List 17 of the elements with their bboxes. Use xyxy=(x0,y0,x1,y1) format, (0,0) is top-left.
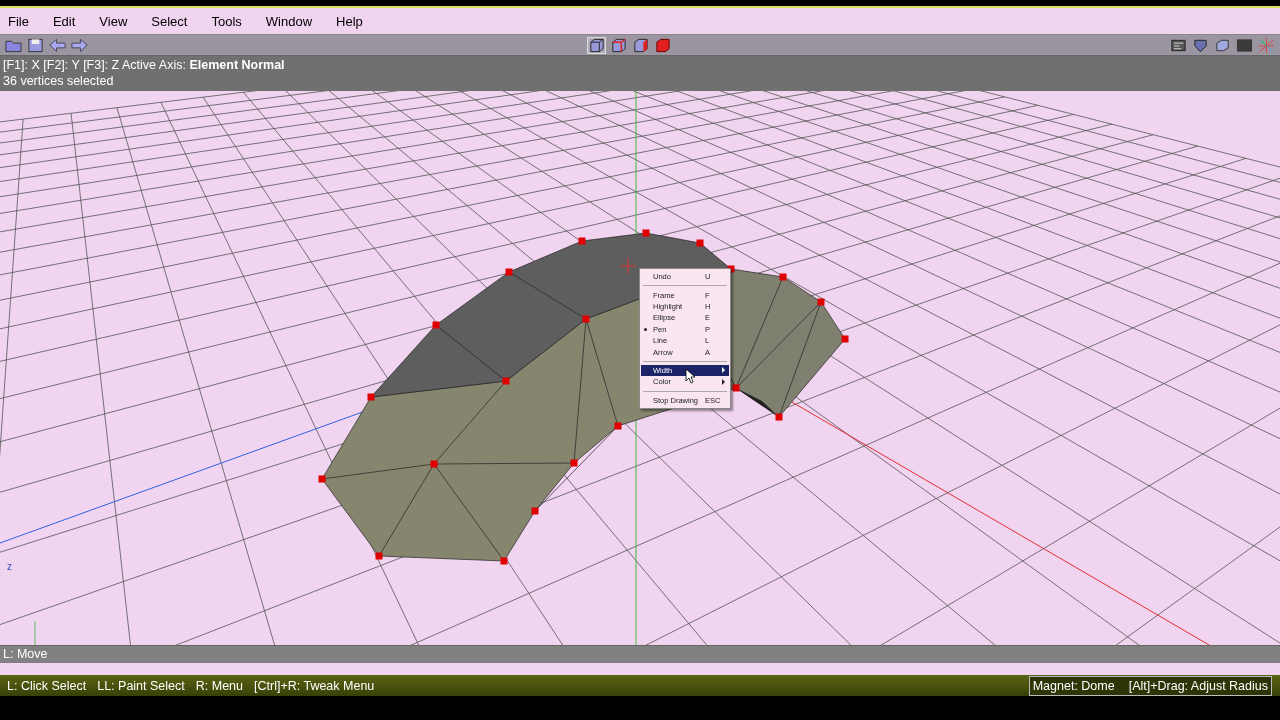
status-hint: [Ctrl]+R: Tweak Menu xyxy=(254,678,375,693)
selection-count: 36 vertices selected xyxy=(3,73,115,89)
menu-item[interactable]: View xyxy=(99,13,138,29)
status-hint: R: Menu xyxy=(195,678,243,693)
tool-hint-bar: L: Move xyxy=(0,645,1280,663)
status-hint: LL: Paint Select xyxy=(97,678,185,693)
menu-item[interactable]: Select xyxy=(151,13,198,29)
menu-item[interactable]: File xyxy=(8,13,39,29)
menu-item[interactable]: Tools xyxy=(211,13,252,29)
menu-item[interactable]: Window xyxy=(265,13,323,29)
menu-item[interactable]: Help xyxy=(336,13,373,29)
axis-info: [F1]: X [F2]: Y [F3]: Z Active Axis: Element Normal xyxy=(3,57,286,73)
axis-label: z xyxy=(7,561,12,572)
magnet-hint: Magnet: Dome xyxy=(1032,678,1115,693)
status-hint: L: Click Select xyxy=(7,678,87,693)
menu-item[interactable]: Edit xyxy=(52,13,86,29)
magnet-hint: [Alt]+Drag: Adjust Radius xyxy=(1128,678,1268,693)
